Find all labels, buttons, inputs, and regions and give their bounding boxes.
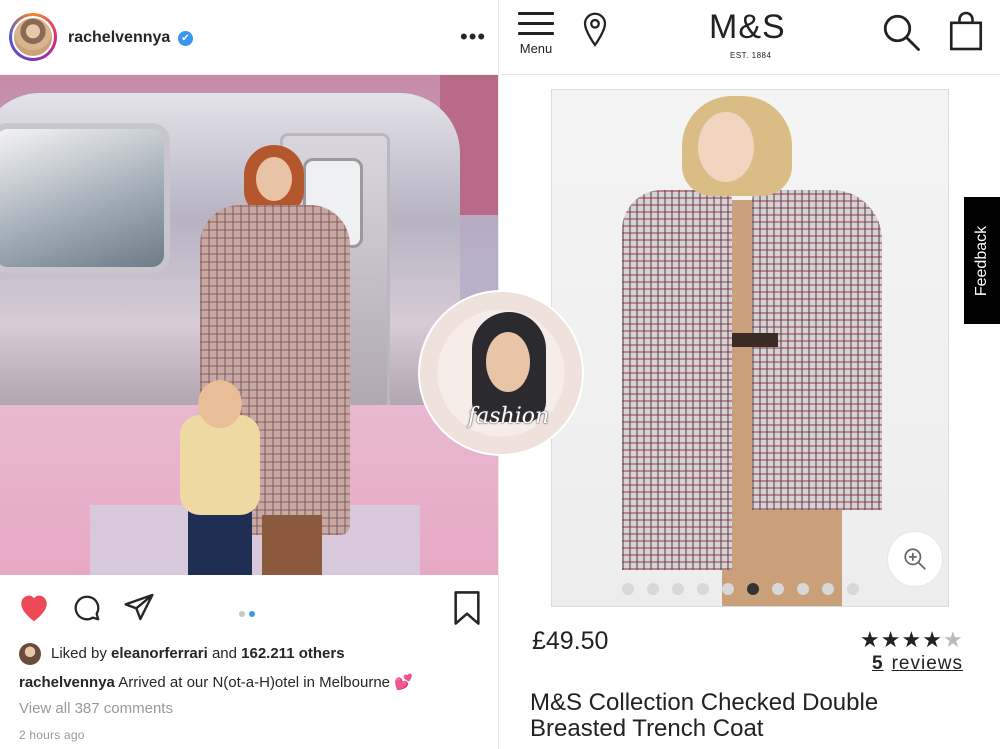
fashion-logo-badge: fashion <box>418 290 584 456</box>
caption-username[interactable]: rachelvennya <box>19 674 115 691</box>
feedback-tab[interactable]: Feedback <box>964 197 1000 324</box>
profile-avatar[interactable] <box>9 13 57 61</box>
post-header: rachelvennya ✔ ••• <box>0 0 500 75</box>
star-filled-icon: ★ <box>922 627 943 652</box>
fashion-overlay-text: fashion <box>468 404 550 429</box>
carousel-dot <box>249 611 255 617</box>
like-heart-icon[interactable] <box>17 591 51 623</box>
reviews-count: 5 <box>872 653 884 674</box>
carousel-dot[interactable] <box>622 582 634 595</box>
product-image[interactable] <box>551 89 949 607</box>
save-bookmark-icon[interactable] <box>452 591 482 625</box>
menu-label: Menu <box>519 41 553 56</box>
comment-icon[interactable] <box>72 593 102 623</box>
carousel-dot[interactable] <box>797 582 809 595</box>
logo-est: EST. 1884 <box>730 51 772 60</box>
view-comments-link[interactable]: View all 387 comments <box>19 700 173 717</box>
carousel-dot[interactable] <box>672 582 684 595</box>
hamburger-icon <box>518 12 554 15</box>
star-filled-icon: ★ <box>880 627 902 652</box>
post-timestamp: 2 hours ago <box>19 728 85 742</box>
product-price: £49.50 <box>532 627 609 655</box>
ms-header: Menu M&S EST. 1884 <box>502 0 1000 75</box>
shopping-bag-icon[interactable] <box>948 11 984 51</box>
likes-count[interactable]: 162.211 others <box>241 645 344 662</box>
star-filled-icon: ★ <box>860 627 881 652</box>
carousel-dot[interactable] <box>822 582 834 595</box>
carousel-dot[interactable] <box>772 582 784 595</box>
star-empty-icon: ★ <box>942 627 964 652</box>
instagram-post: rachelvennya ✔ ••• Liked by eleanorferra… <box>0 0 584 749</box>
zoom-in-icon <box>904 548 926 570</box>
image-carousel-dots[interactable] <box>622 580 872 595</box>
carousel-dot[interactable] <box>847 582 859 595</box>
carousel-dot[interactable] <box>747 582 759 595</box>
carousel-dot[interactable] <box>722 582 734 595</box>
more-options-icon[interactable]: ••• <box>460 24 486 50</box>
liker-avatar <box>19 643 41 665</box>
carousel-dot <box>239 611 245 617</box>
caption-text: Arrived at our N(ot-a-H)otel in Melbourn… <box>118 674 413 691</box>
post-photo[interactable] <box>0 75 500 575</box>
ms-logo[interactable]: M&S <box>709 8 786 47</box>
product-title: M&S Collection Checked Double Breasted T… <box>530 689 879 742</box>
reviews-label: reviews <box>891 653 963 674</box>
share-icon[interactable] <box>123 592 155 622</box>
menu-button[interactable]: Menu <box>516 12 556 56</box>
liked-by-user[interactable]: eleanorferrari <box>111 645 208 662</box>
carousel-indicator <box>239 604 259 622</box>
location-pin-icon[interactable] <box>580 11 610 49</box>
carousel-dot[interactable] <box>697 582 709 595</box>
carousel-dot[interactable] <box>647 582 659 595</box>
zoom-button[interactable] <box>887 531 943 587</box>
feedback-label: Feedback <box>973 225 990 296</box>
trench-coat <box>622 190 732 570</box>
post-caption: rachelvennya Arrived at our N(ot-a-H)ote… <box>19 673 413 691</box>
post-username[interactable]: rachelvennya <box>68 29 170 47</box>
rating-stars: ★★★★★ <box>860 627 964 653</box>
search-icon[interactable] <box>880 11 922 53</box>
star-filled-icon: ★ <box>901 627 923 652</box>
verified-icon: ✔ <box>178 31 193 46</box>
reviews-link[interactable]: 5 reviews <box>872 653 963 675</box>
